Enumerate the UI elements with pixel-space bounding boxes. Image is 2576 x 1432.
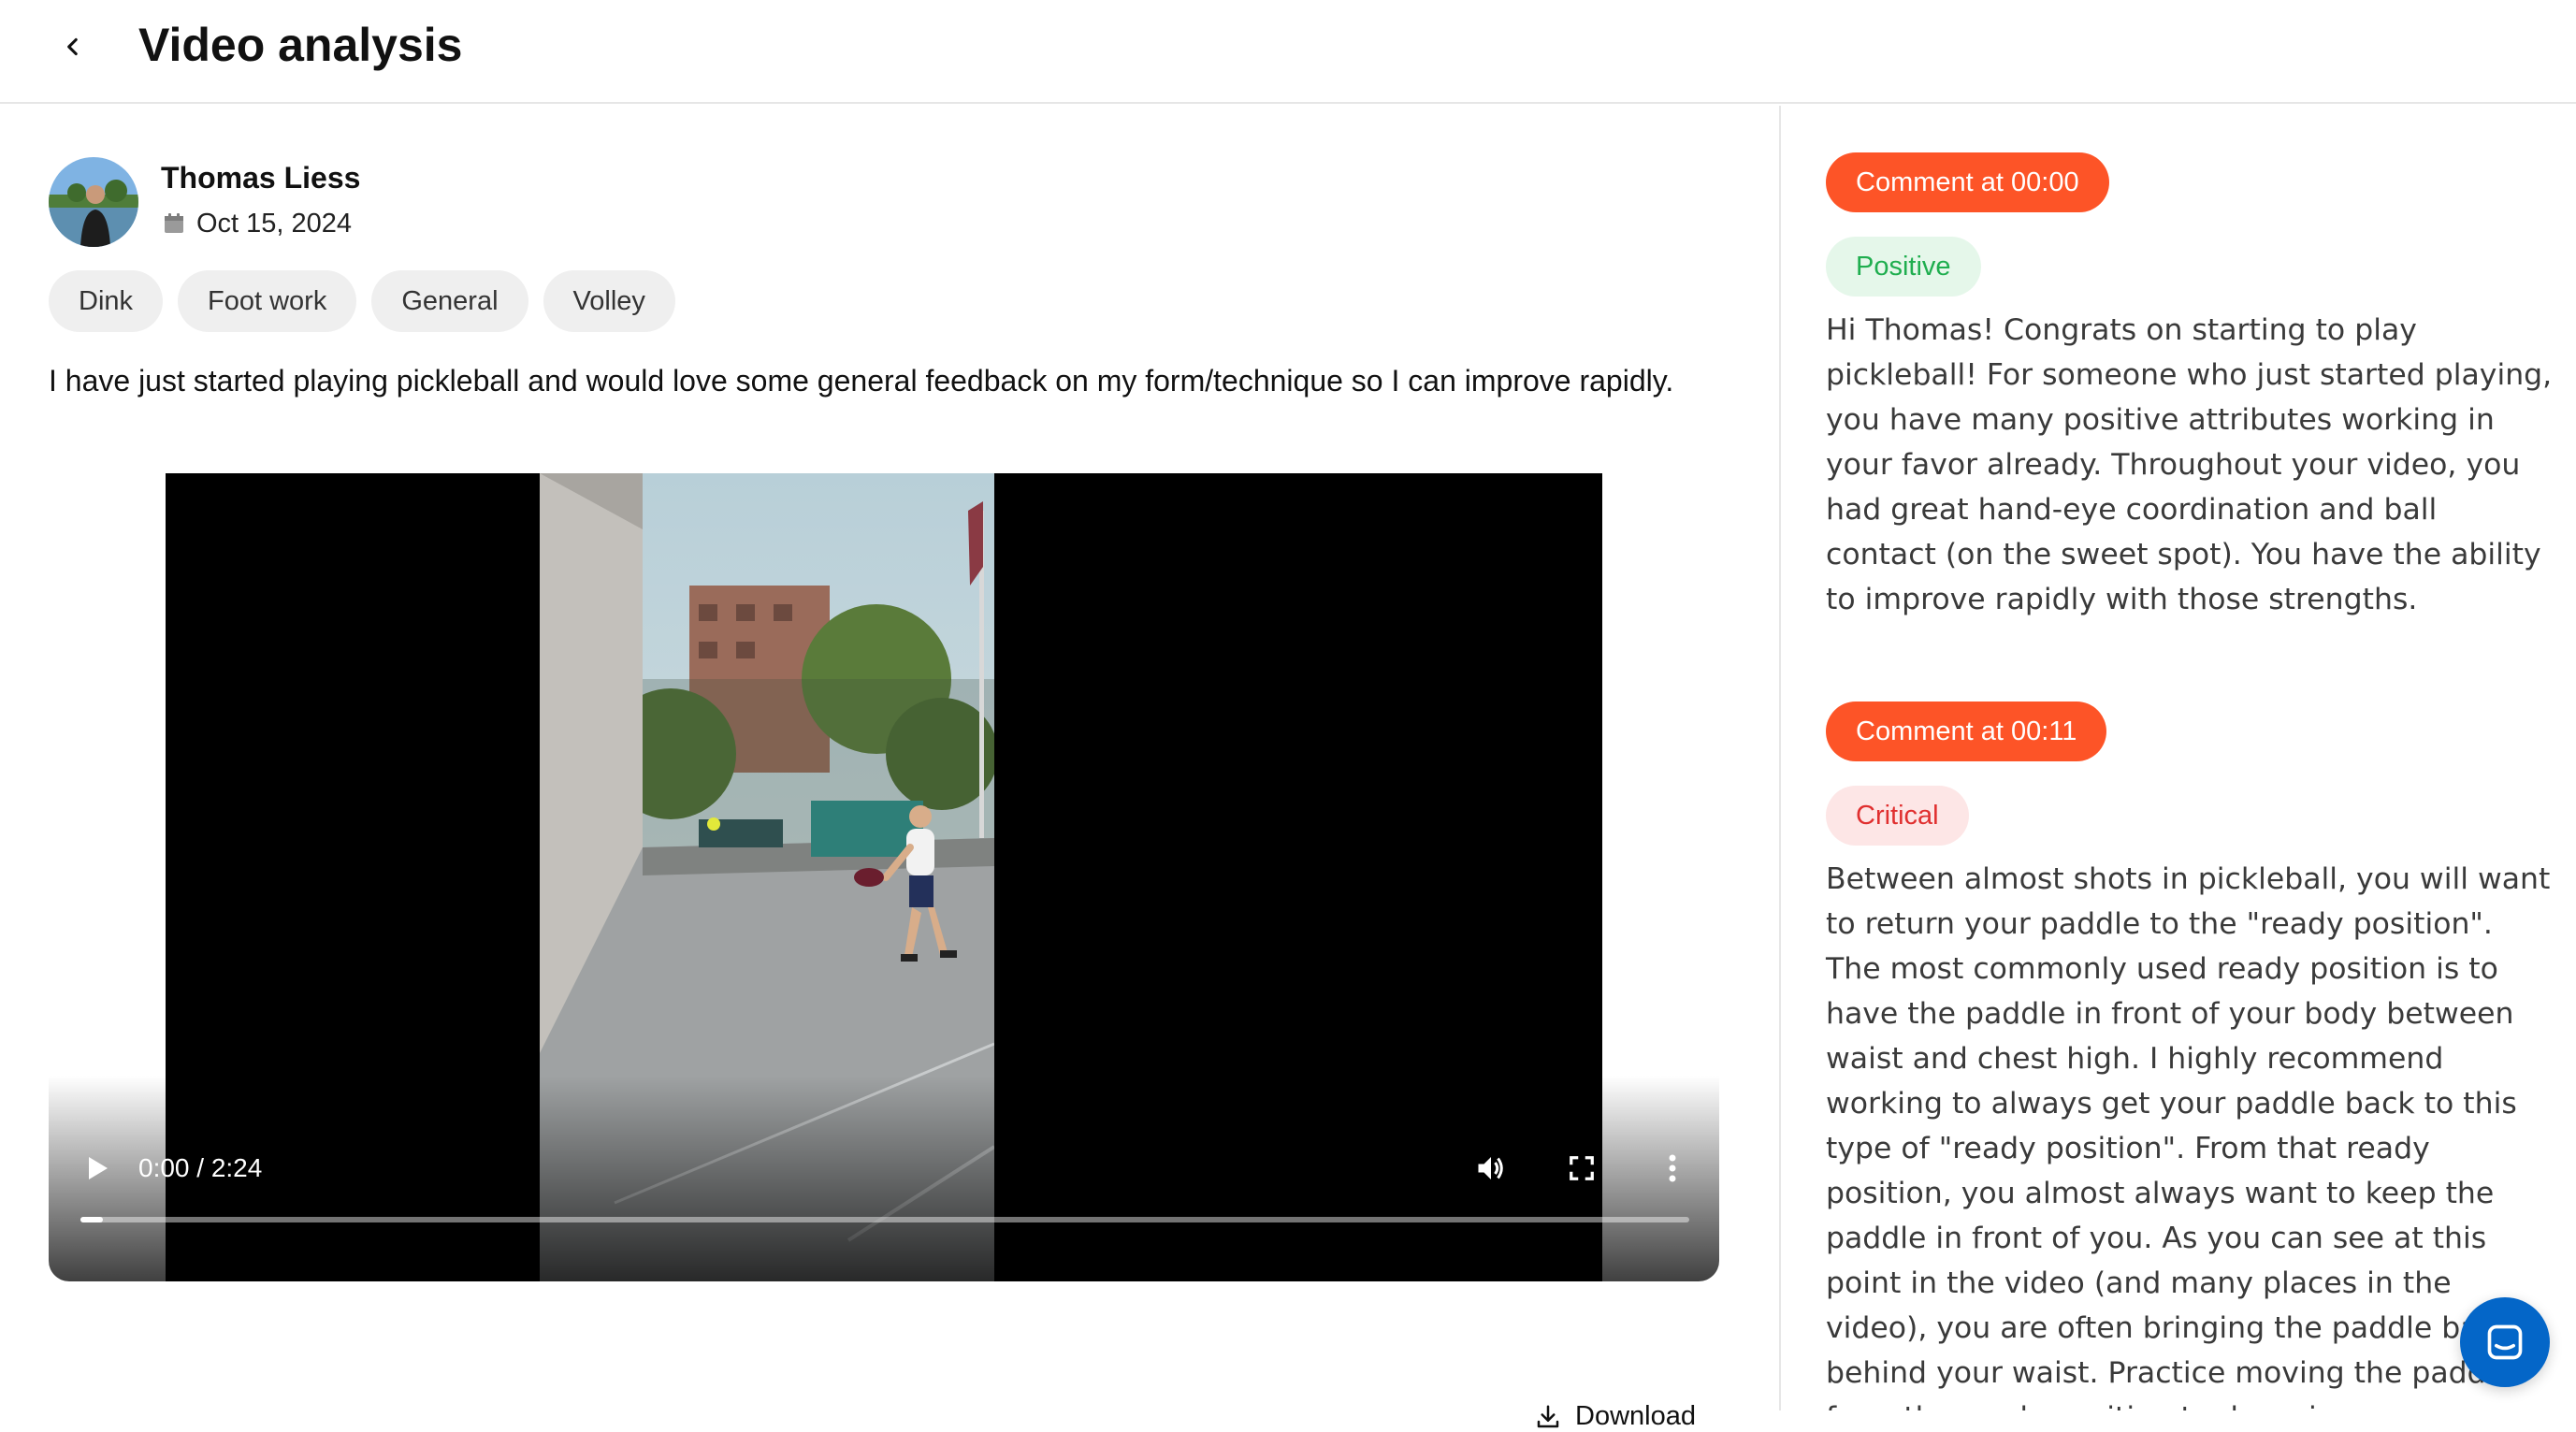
sentiment-badge: Critical [1826,786,1969,846]
comment-item: Comment at 00:00 Positive Hi Thomas! Con… [1826,152,2555,622]
page-title: Video analysis [138,19,463,71]
date-text: Oct 15, 2024 [196,209,353,239]
tag-list: Dink Foot work General Volley [49,270,675,332]
video-time-display: 0:00 / 2:24 [138,1153,263,1182]
fullscreen-button[interactable] [1561,1148,1602,1189]
more-options-button[interactable] [1652,1148,1693,1189]
comments-panel: Comment at 00:00 Positive Hi Thomas! Con… [1781,106,2576,1410]
volume-button[interactable] [1470,1148,1512,1189]
tag-dink[interactable]: Dink [49,270,164,332]
download-button[interactable]: Download [1534,1401,1696,1432]
avatar[interactable] [49,157,138,247]
comment-timestamp-button[interactable]: Comment at 00:00 [1826,152,2109,212]
chat-support-button[interactable] [2460,1297,2550,1387]
submission-panel: Thomas Liess Oct 15, 2024 Dink Foot work… [0,106,1779,1431]
comment-text: Between almost shots in pickleball, you … [1826,862,2551,1410]
volume-icon [1478,1157,1503,1179]
submission-description: I have just started playing pickleball a… [49,364,1674,398]
sentiment-badge: Positive [1826,237,1981,297]
chevron-left-icon [67,37,78,56]
calendar-icon [165,213,183,233]
chat-icon [2487,1324,2523,1360]
submission-date: Oct 15, 2024 [163,207,352,240]
comment-item: Comment at 00:11 Critical Between almost… [1826,702,2555,1410]
download-icon [1537,1405,1559,1427]
tag-general[interactable]: General [371,270,528,332]
seek-bar[interactable] [80,1217,1689,1222]
comment-timestamp-button[interactable]: Comment at 00:11 [1826,702,2107,761]
user-name: Thomas Liess [161,161,361,195]
play-icon [89,1157,108,1179]
video-player[interactable]: 0:00 / 2:24 [49,473,1719,1281]
tag-foot-work[interactable]: Foot work [178,270,357,332]
download-label: Download [1575,1401,1696,1431]
play-button[interactable] [77,1148,118,1189]
fullscreen-icon [1570,1156,1594,1180]
comment-text: Hi Thomas! Congrats on starting to play … [1826,313,2553,616]
video-controls-gradient [49,1076,1719,1281]
more-vertical-icon [1669,1154,1676,1182]
page-header: Video analysis [0,0,2576,104]
back-button[interactable] [49,22,97,71]
seek-bar-progress [80,1217,103,1222]
tag-volley[interactable]: Volley [543,270,675,332]
avatar-image [49,157,138,247]
